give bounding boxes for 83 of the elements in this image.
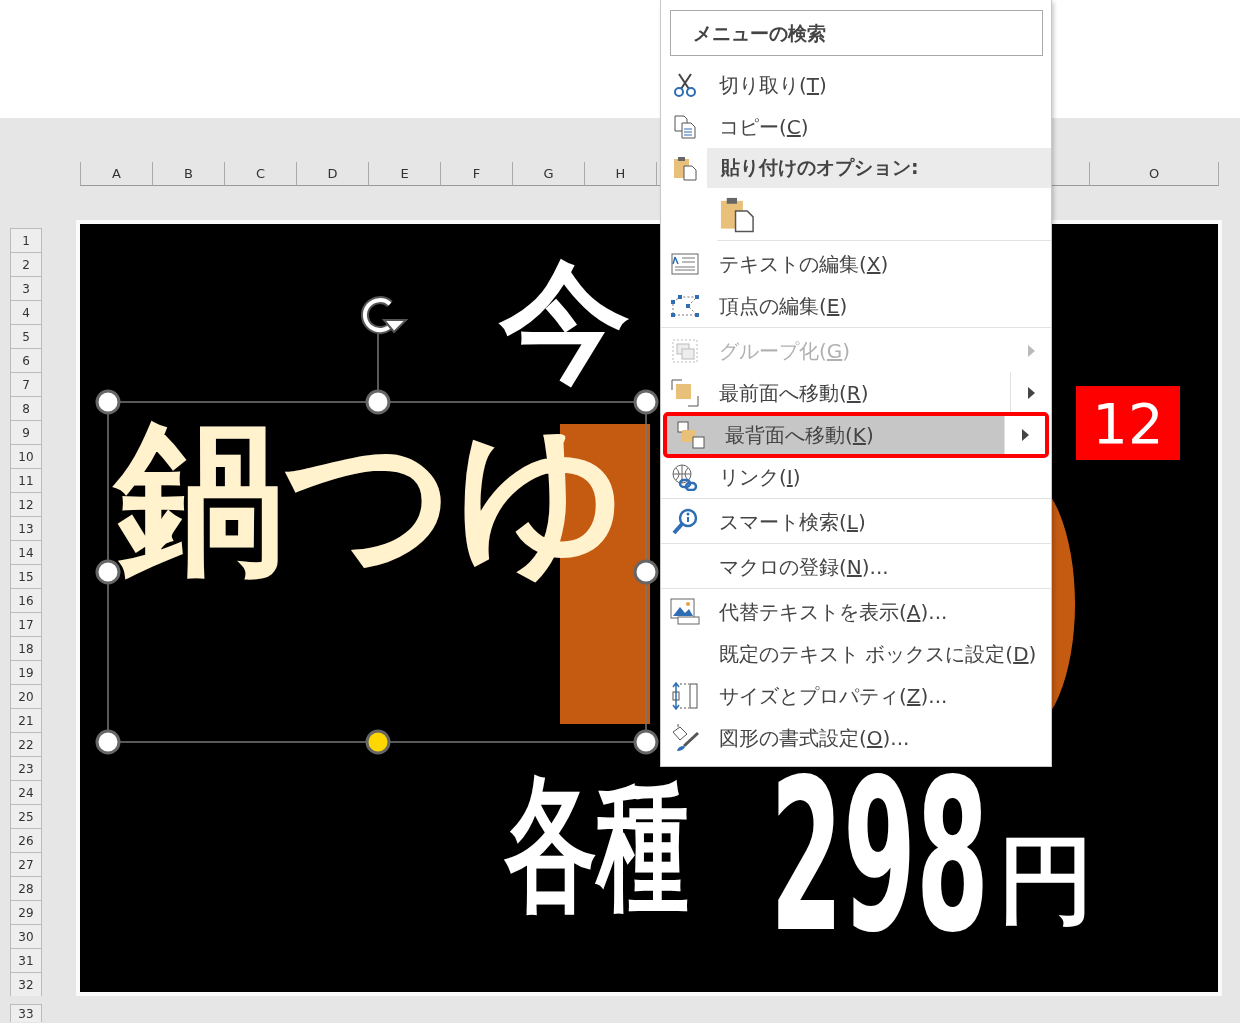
menu-item[interactable]: 切り取り(T) [661, 64, 1051, 106]
copy-icon [673, 115, 697, 139]
row-header[interactable]: 15 [10, 564, 42, 588]
menu-item[interactable]: 既定のテキスト ボックスに設定(D) [661, 633, 1051, 675]
picture-icon [670, 598, 700, 626]
resize-handle[interactable] [95, 389, 121, 415]
group-icon [671, 338, 699, 364]
send-backward-icon [677, 421, 705, 449]
column-header[interactable]: A [80, 162, 152, 186]
menu-item[interactable]: テキストの編集(X) [661, 243, 1051, 285]
row-header[interactable]: 14 [10, 540, 42, 564]
row-header[interactable]: 8 [10, 396, 42, 420]
resize-handle[interactable] [633, 729, 659, 755]
edit-points-icon [670, 294, 700, 318]
menu-item[interactable]: 頂点の編集(E) [661, 285, 1051, 328]
clipboard-icon [673, 155, 697, 181]
column-header[interactable]: E [368, 162, 440, 186]
row-header[interactable]: 29 [10, 900, 42, 924]
column-header[interactable]: O [1089, 162, 1219, 186]
row-header[interactable]: 26 [10, 828, 42, 852]
row-header[interactable]: 20 [10, 684, 42, 708]
column-header[interactable]: B [152, 162, 224, 186]
row-header[interactable]: 3 [10, 276, 42, 300]
row-header[interactable]: 28 [10, 876, 42, 900]
row-header[interactable]: 12 [10, 492, 42, 516]
row-header[interactable]: 24 [10, 780, 42, 804]
column-header[interactable]: F [440, 162, 512, 186]
resize-handle[interactable] [633, 389, 659, 415]
row-header[interactable]: 1 [10, 228, 42, 252]
menu-item[interactable]: コピー(C) [661, 106, 1051, 148]
row-header[interactable]: 5 [10, 324, 42, 348]
row-header[interactable]: 17 [10, 612, 42, 636]
submenu-arrow-icon [1027, 387, 1035, 399]
submenu-arrow-icon [1021, 429, 1029, 441]
menu-item[interactable]: スマート検索(L) [661, 501, 1051, 544]
scissors-icon [674, 73, 696, 97]
row-header[interactable]: 7 [10, 372, 42, 396]
menu-item[interactable]: マクロの登録(N)... [661, 546, 1051, 589]
globe-link-icon [671, 463, 699, 491]
poster-text: 各種 [505, 772, 689, 920]
submenu-arrow-icon [1027, 345, 1035, 357]
row-header[interactable]: 30 [10, 924, 42, 948]
row-header[interactable]: 33 [10, 1004, 42, 1022]
search-field[interactable]: メニューの検索 [670, 10, 1043, 56]
resize-icon [671, 682, 699, 710]
currency-text: 円 [998, 832, 1094, 928]
menu-item[interactable]: 最背面へ移動(K) [663, 412, 1049, 458]
menu-item[interactable]: リンク(I) [661, 456, 1051, 499]
row-header[interactable]: 16 [10, 588, 42, 612]
menu-item[interactable]: 代替テキストを表示(A)... [661, 591, 1051, 633]
row-header[interactable]: 32 [10, 972, 42, 996]
column-header[interactable]: C [224, 162, 296, 186]
info-search-icon [671, 508, 699, 536]
row-header[interactable]: 9 [10, 420, 42, 444]
resize-handle[interactable] [633, 559, 659, 585]
text-box-icon [671, 253, 699, 275]
row-header[interactable]: 18 [10, 636, 42, 660]
row-header[interactable]: 31 [10, 948, 42, 972]
row-header[interactable]: 11 [10, 468, 42, 492]
resize-handle[interactable] [95, 729, 121, 755]
row-header[interactable]: 23 [10, 756, 42, 780]
adjust-handle[interactable] [365, 729, 391, 755]
column-header[interactable]: G [512, 162, 584, 186]
row-header[interactable]: 22 [10, 732, 42, 756]
clipboard-icon [719, 195, 755, 233]
row-header[interactable]: 2 [10, 252, 42, 276]
row-header[interactable]: 25 [10, 804, 42, 828]
row-header[interactable]: 4 [10, 300, 42, 324]
bring-forward-icon [671, 379, 699, 407]
column-header[interactable]: D [296, 162, 368, 186]
row-header[interactable]: 27 [10, 852, 42, 876]
row-header[interactable]: 10 [10, 444, 42, 468]
row-header[interactable]: 21 [10, 708, 42, 732]
row-header[interactable]: 6 [10, 348, 42, 372]
menu-item[interactable]: サイズとプロパティ(Z)... [661, 675, 1051, 717]
resize-handle[interactable] [365, 389, 391, 415]
rotate-handle-icon[interactable] [360, 296, 409, 335]
step-badge: 12 [1076, 386, 1180, 460]
section-header: 貼り付けのオプション: [707, 148, 1051, 188]
poster-text: 今 [500, 256, 630, 386]
row-header[interactable]: 13 [10, 516, 42, 540]
column-header[interactable]: H [584, 162, 656, 186]
row-header[interactable]: 19 [10, 660, 42, 684]
